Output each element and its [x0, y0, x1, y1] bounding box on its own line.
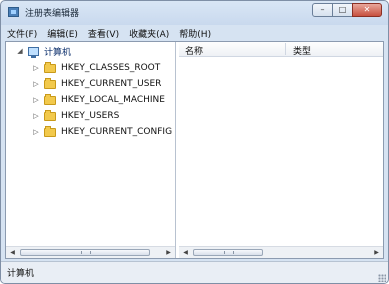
tree-item-hkcu[interactable]: ▷ HKEY_CURRENT_USER: [32, 77, 161, 91]
scroll-right-arrow-icon[interactable]: ▶: [372, 248, 381, 257]
scroll-thumb[interactable]: [20, 249, 150, 256]
content-area: ◢ 计算机 ▷ HKEY_CLASSES_ROOT ▷ HKEY_CURRENT…: [5, 41, 384, 259]
scroll-right-arrow-icon[interactable]: ▶: [164, 248, 173, 257]
tree-item-label: 计算机: [44, 47, 72, 58]
menu-view[interactable]: 查看(V): [88, 27, 119, 40]
column-name-header[interactable]: 名称: [185, 44, 203, 57]
scroll-grip-icon: [224, 251, 234, 254]
computer-icon: [28, 46, 39, 58]
expand-arrow-icon[interactable]: ▷: [32, 128, 40, 136]
values-pane: 名称 类型 ◀ ▶: [179, 42, 383, 258]
tree-item-label: HKEY_CLASSES_ROOT: [61, 63, 161, 73]
collapse-arrow-icon[interactable]: ◢: [16, 47, 24, 55]
column-type-header[interactable]: 类型: [293, 44, 311, 57]
window-title: 注册表编辑器: [25, 9, 80, 19]
scroll-thumb[interactable]: [193, 249, 263, 256]
maximize-button[interactable]: □: [332, 3, 353, 17]
tree-item-hku[interactable]: ▷ HKEY_USERS: [32, 109, 119, 123]
expand-arrow-icon[interactable]: ▷: [32, 96, 40, 104]
tree-item-hkcr[interactable]: ▷ HKEY_CLASSES_ROOT: [32, 61, 160, 75]
expand-arrow-icon[interactable]: ▷: [32, 80, 40, 88]
registry-editor-icon: [8, 7, 19, 17]
tree-item-label: HKEY_CURRENT_USER: [61, 79, 162, 89]
folder-icon: [44, 109, 56, 121]
tree-item-hklm[interactable]: ▷ HKEY_LOCAL_MACHINE: [32, 93, 165, 107]
menu-help[interactable]: 帮助(H): [179, 27, 211, 40]
window-controls: – □ ✕: [312, 3, 382, 18]
column-separator[interactable]: [285, 43, 286, 55]
status-bar: 计算机: [1, 261, 388, 283]
menu-file[interactable]: 文件(F): [7, 27, 37, 40]
status-path: 计算机: [7, 269, 35, 279]
scroll-left-arrow-icon[interactable]: ◀: [8, 248, 17, 257]
registry-editor-window: 注册表编辑器 – □ ✕ 文件(F) 编辑(E) 查看(V) 收藏夹(A) 帮助…: [0, 0, 389, 284]
folder-icon: [44, 93, 56, 105]
tree-pane: ◢ 计算机 ▷ HKEY_CLASSES_ROOT ▷ HKEY_CURRENT…: [6, 42, 176, 258]
minimize-button[interactable]: –: [312, 3, 333, 17]
column-header: 名称 类型: [179, 42, 383, 57]
folder-icon: [44, 125, 56, 137]
scroll-grip-icon: [81, 251, 91, 254]
tree-horizontal-scrollbar[interactable]: ◀ ▶: [6, 246, 175, 258]
scroll-left-arrow-icon[interactable]: ◀: [181, 248, 190, 257]
folder-icon: [44, 61, 56, 73]
title-bar[interactable]: 注册表编辑器 – □ ✕: [1, 1, 388, 23]
tree-item-label: HKEY_USERS: [61, 111, 120, 121]
expand-arrow-icon[interactable]: ▷: [32, 64, 40, 72]
resize-grip-icon[interactable]: [378, 274, 386, 282]
menu-favorites[interactable]: 收藏夹(A): [129, 27, 169, 40]
close-button[interactable]: ✕: [352, 3, 382, 17]
tree-item-hkcc[interactable]: ▷ HKEY_CURRENT_CONFIG: [32, 125, 172, 139]
menu-bar: 文件(F) 编辑(E) 查看(V) 收藏夹(A) 帮助(H): [1, 25, 388, 41]
tree-item-label: HKEY_LOCAL_MACHINE: [61, 95, 165, 105]
tree-item-label: HKEY_CURRENT_CONFIG: [61, 127, 173, 137]
menu-edit[interactable]: 编辑(E): [47, 27, 78, 40]
tree-item-computer[interactable]: ◢ 计算机: [16, 44, 71, 58]
values-horizontal-scrollbar[interactable]: ◀ ▶: [179, 246, 383, 258]
folder-icon: [44, 77, 56, 89]
expand-arrow-icon[interactable]: ▷: [32, 112, 40, 120]
